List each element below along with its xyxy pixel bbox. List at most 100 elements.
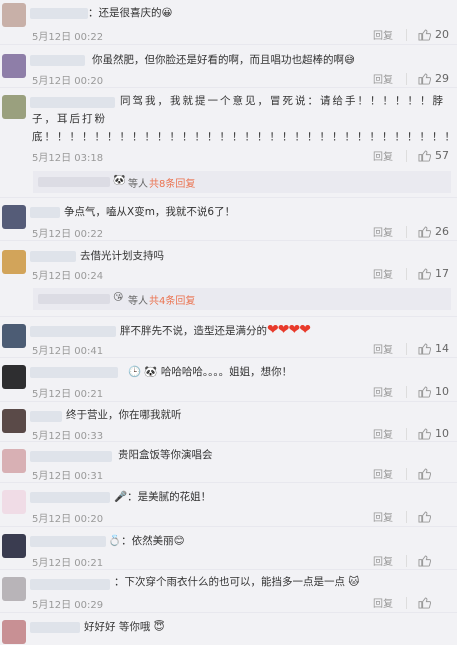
divider — [0, 526, 457, 527]
reply-button[interactable]: 回复 — [373, 71, 393, 86]
thumbs-up-icon[interactable] — [418, 385, 431, 398]
comment-text: 好好好 等你哦 😇 — [84, 618, 165, 636]
thumbs-up-icon[interactable] — [418, 225, 431, 238]
username-blurred[interactable] — [30, 251, 76, 262]
avatar[interactable] — [2, 95, 26, 119]
subreply-bar[interactable]: 🐼 等人 共8条回复 — [33, 171, 451, 193]
reply-button[interactable]: 回复 — [373, 509, 393, 524]
thumbs-up-icon[interactable] — [418, 267, 431, 280]
divider — [0, 316, 457, 317]
comment-text: 胖不胖先不说，造型还是满分的❤❤❤❤ — [120, 321, 311, 340]
reply-button[interactable]: 回复 — [373, 27, 393, 42]
avatar[interactable] — [2, 54, 26, 78]
view-replies-link[interactable]: 共4条回复 — [149, 292, 195, 307]
divider — [406, 596, 407, 609]
like-count: 17 — [435, 267, 449, 280]
avatar[interactable] — [2, 250, 26, 274]
comment-body: 哈哈哈哈。。。。姐姐，想你！ — [160, 366, 293, 378]
divider — [406, 149, 407, 162]
subreply-emoji: 😘 — [113, 292, 124, 303]
username-blurred — [38, 294, 110, 304]
view-replies-link[interactable]: 共8条回复 — [149, 175, 195, 190]
thumbs-up-icon[interactable] — [418, 596, 431, 609]
subreply-bar[interactable]: 😘 等人 共4条回复 — [33, 288, 451, 310]
comment-time: 5月12日 00:20 — [32, 514, 104, 525]
username-blurred[interactable] — [30, 492, 110, 503]
username-blurred[interactable] — [30, 622, 80, 633]
divider — [0, 441, 457, 442]
divider — [406, 427, 407, 440]
like-count: 57 — [435, 149, 449, 162]
divider — [0, 240, 457, 241]
thumbs-up-icon[interactable] — [418, 427, 431, 440]
username-blurred[interactable] — [30, 367, 118, 378]
comment-actions: 回复 57 — [373, 148, 451, 163]
like-count: 20 — [435, 28, 449, 41]
avatar[interactable] — [2, 534, 26, 558]
username-blurred[interactable] — [30, 8, 88, 19]
divider — [0, 612, 457, 613]
divider — [406, 267, 407, 280]
comment-text: 争点气，嗑从X变m，我就不说6了！ — [64, 206, 236, 218]
divider — [0, 197, 457, 198]
avatar[interactable] — [2, 620, 26, 644]
username-blurred[interactable] — [30, 55, 85, 66]
comment-time: 5月12日 03:18 — [32, 153, 104, 164]
username-blurred[interactable] — [30, 536, 106, 547]
reply-button[interactable]: 回复 — [373, 426, 393, 441]
thumbs-up-icon[interactable] — [418, 72, 431, 85]
thumbs-up-icon[interactable] — [418, 467, 431, 480]
subreply-emoji: 🐼 — [113, 175, 126, 186]
divider — [406, 28, 407, 41]
comment-body: 好好好 等你哦 — [84, 621, 151, 633]
username-blurred[interactable] — [30, 579, 110, 590]
divider — [0, 401, 457, 402]
username-blurred[interactable] — [30, 451, 112, 462]
comment-actions: 回复 10 — [373, 426, 451, 441]
subreply-people: 等人 — [128, 296, 148, 307]
avatar[interactable] — [2, 409, 26, 433]
reply-button[interactable]: 回复 — [373, 553, 393, 568]
avatar[interactable] — [2, 205, 26, 229]
thumbs-up-icon[interactable] — [418, 149, 431, 162]
divider — [0, 87, 457, 88]
divider — [406, 225, 407, 238]
reply-button[interactable]: 回复 — [373, 466, 393, 481]
comment-text: ：下次穿个雨衣什么的也可以，能挡多一点是一点 🐱 — [114, 576, 360, 588]
reply-button[interactable]: 回复 — [373, 384, 393, 399]
divider — [406, 510, 407, 523]
thumbs-up-icon[interactable] — [418, 510, 431, 523]
reply-button[interactable]: 回复 — [373, 595, 393, 610]
username-blurred — [38, 177, 110, 187]
thumbs-up-icon[interactable] — [418, 342, 431, 355]
divider — [0, 482, 457, 483]
emoji-icons: 💍 — [108, 535, 122, 547]
avatar[interactable] — [2, 449, 26, 473]
comment-time: 5月12日 00:22 — [32, 229, 104, 240]
comment-body: 胖不胖先不说，造型还是满分的 — [120, 325, 267, 337]
username-blurred[interactable] — [30, 326, 116, 337]
like-count: 14 — [435, 342, 449, 355]
avatar[interactable] — [2, 365, 26, 389]
avatar[interactable] — [2, 3, 26, 27]
comment-time: 5月12日 00:21 — [32, 558, 104, 569]
reply-button[interactable]: 回复 — [373, 224, 393, 239]
thumbs-up-icon[interactable] — [418, 28, 431, 41]
reply-button[interactable]: 回复 — [373, 148, 393, 163]
comment-time: 5月12日 00:41 — [32, 346, 104, 357]
username-blurred[interactable] — [30, 411, 62, 422]
avatar[interactable] — [2, 490, 26, 514]
avatar[interactable] — [2, 324, 26, 348]
comment-actions: 回复 — [373, 466, 451, 481]
reply-button[interactable]: 回复 — [373, 341, 393, 356]
avatar[interactable] — [2, 577, 26, 601]
comment-text: 你虽然肥，但你脸还是好看的啊，而且唱功也超棒的啊😅 — [92, 54, 355, 66]
thumbs-up-icon[interactable] — [418, 554, 431, 567]
like-count: 26 — [435, 225, 449, 238]
username-blurred[interactable] — [30, 207, 60, 218]
like-count: 10 — [435, 427, 449, 440]
comment-actions: 回复 10 — [373, 384, 451, 399]
reply-button[interactable]: 回复 — [373, 266, 393, 281]
divider — [406, 385, 407, 398]
comment-text: 终于营业，你在哪我就听 — [66, 409, 182, 421]
